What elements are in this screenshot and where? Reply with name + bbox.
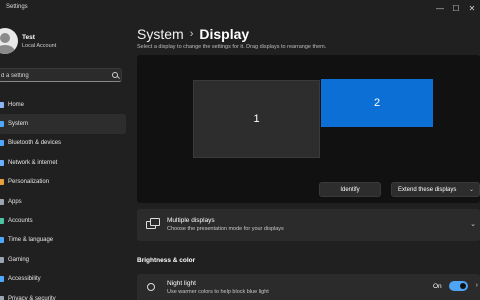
- display-arrangement-panel[interactable]: 1 2 Identify Extend these displays ⌄: [137, 55, 480, 203]
- chevron-right-icon: ›: [189, 28, 194, 40]
- night-light-title: Night light: [167, 280, 196, 287]
- window-controls: — ☐ ✕: [432, 0, 480, 18]
- sidebar-item-label: Personalization: [8, 179, 50, 186]
- sidebar-item-label: Home: [8, 101, 25, 108]
- search-input[interactable]: [1, 70, 101, 81]
- brush-icon: [0, 179, 4, 186]
- sidebar: Test Local Account Home System Bluetooth &…: [0, 0, 130, 300]
- accounts-icon: [0, 218, 4, 225]
- sidebar-item-label: System: [8, 121, 29, 128]
- sidebar-item-label: Accounts: [8, 218, 33, 225]
- home-icon: [0, 101, 4, 108]
- monitor-1-label: 1: [253, 113, 260, 125]
- chevron-down-icon[interactable]: ⌄: [470, 220, 476, 228]
- sidebar-item-privacy-security[interactable]: Privacy & security: [0, 289, 126, 300]
- avatar: [0, 28, 18, 54]
- sidebar-item-personalization[interactable]: Personalization: [0, 173, 126, 192]
- network-icon: [0, 159, 4, 166]
- sidebar-item-network-internet[interactable]: Network & internet: [0, 153, 126, 172]
- multiple-displays-card[interactable]: Multiple displays Choose the presentatio…: [137, 209, 480, 241]
- apps-icon: [0, 198, 4, 205]
- night-light-subtitle: Use warmer colors to help block blue lig…: [167, 289, 269, 295]
- sidebar-item-gaming[interactable]: Gaming: [0, 250, 126, 269]
- maximize-button[interactable]: ☐: [448, 1, 464, 17]
- page-title: Display: [199, 26, 250, 42]
- shield-icon: [0, 295, 4, 300]
- identify-button[interactable]: Identify: [319, 182, 381, 197]
- toggle-knob: [460, 283, 466, 289]
- breadcrumb: System › Display: [137, 26, 249, 42]
- sidebar-item-label: Time & language: [8, 237, 54, 244]
- chevron-down-icon: ⌄: [468, 187, 474, 193]
- extend-displays-value: Extend these displays: [398, 186, 457, 193]
- sidebar-nav: Home System Bluetooth & devices Network & i…: [0, 95, 126, 300]
- sidebar-item-home[interactable]: Home: [0, 95, 126, 114]
- accessibility-icon: [0, 276, 4, 283]
- sidebar-item-time-language[interactable]: Time & language: [0, 231, 126, 250]
- system-icon: [0, 121, 4, 128]
- chevron-right-icon[interactable]: ›: [476, 282, 478, 289]
- globe-clock-icon: [0, 237, 4, 244]
- sidebar-item-bluetooth-devices[interactable]: Bluetooth & devices: [0, 134, 126, 153]
- sidebar-item-system[interactable]: System: [0, 114, 126, 134]
- sidebar-item-label: Gaming: [8, 256, 30, 263]
- brightness-color-heading: Brightness & color: [137, 257, 196, 264]
- sidebar-item-label: Bluetooth & devices: [8, 140, 62, 147]
- close-button[interactable]: ✕: [464, 1, 480, 17]
- sidebar-item-label: Privacy & security: [8, 295, 56, 300]
- sidebar-item-apps[interactable]: Apps: [0, 192, 126, 211]
- profile-name: Test: [22, 34, 35, 41]
- multiple-displays-title: Multiple displays: [167, 217, 215, 224]
- search-icon[interactable]: [112, 72, 118, 78]
- brightness-icon: [147, 283, 155, 291]
- breadcrumb-parent[interactable]: System: [137, 26, 184, 42]
- sidebar-item-label: Apps: [8, 198, 22, 205]
- monitor-2[interactable]: 2: [321, 79, 433, 127]
- extend-displays-dropdown[interactable]: Extend these displays ⌄: [391, 182, 480, 197]
- sidebar-item-label: Network & internet: [8, 159, 58, 166]
- night-light-toggle[interactable]: [449, 281, 468, 291]
- night-light-card[interactable]: Night light Use warmer colors to help bl…: [137, 274, 480, 300]
- sidebar-item-label: Accessibility: [8, 276, 41, 283]
- gaming-icon: [0, 256, 4, 263]
- profile-account-type: Local Account: [22, 43, 57, 49]
- arrange-instruction: Select a display to change the settings …: [137, 44, 327, 50]
- night-light-state: On: [433, 283, 442, 290]
- multiple-displays-icon: [146, 218, 160, 229]
- monitor-2-label: 2: [373, 97, 381, 109]
- monitor-1[interactable]: 1: [193, 80, 320, 158]
- multiple-displays-subtitle: Choose the presentation mode for your di…: [167, 226, 284, 232]
- user-profile[interactable]: Test Local Account: [0, 28, 130, 58]
- minimize-button[interactable]: —: [432, 1, 448, 17]
- bluetooth-icon: [0, 140, 4, 147]
- search-box[interactable]: [0, 68, 122, 82]
- sidebar-item-accessibility[interactable]: Accessibility: [0, 270, 126, 289]
- sidebar-item-accounts[interactable]: Accounts: [0, 211, 126, 230]
